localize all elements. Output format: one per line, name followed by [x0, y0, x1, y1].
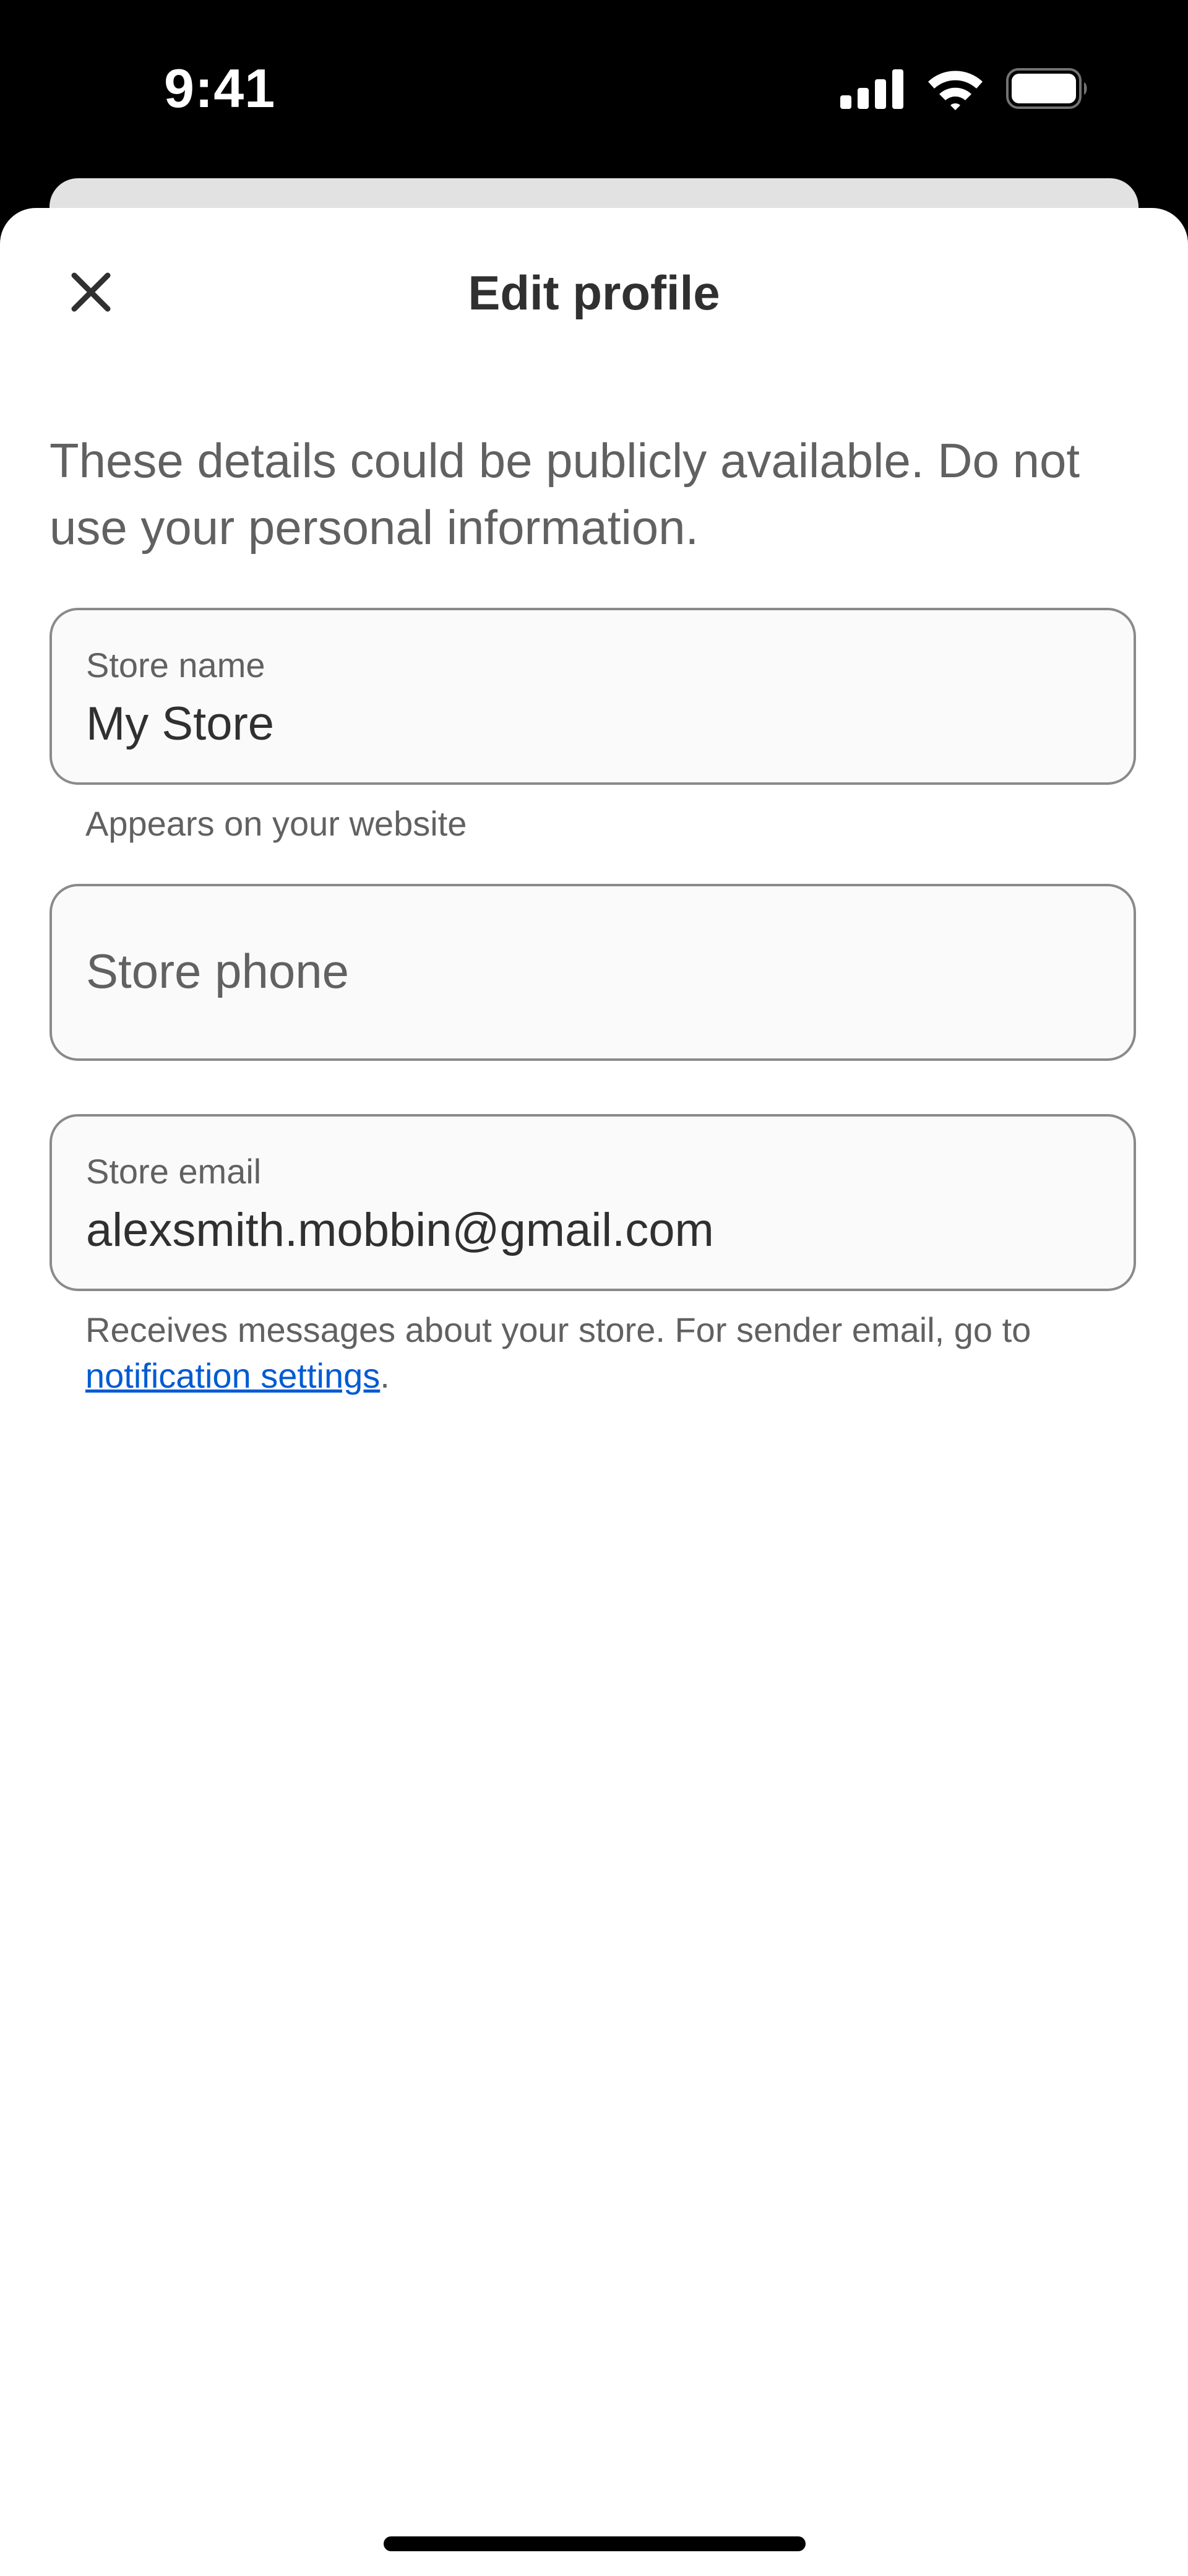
battery-icon — [1006, 68, 1089, 112]
store-phone-input[interactable] — [86, 943, 1088, 1000]
wifi-icon — [926, 67, 985, 113]
store-email-help: Receives messages about your store. For … — [85, 1307, 1137, 1399]
store-phone-field[interactable] — [50, 884, 1136, 1061]
store-email-help-text: Receives messages about your store. For … — [85, 1310, 1031, 1349]
status-time: 9:41 — [164, 58, 276, 119]
page-title: Edit profile — [468, 266, 720, 320]
home-indicator[interactable] — [384, 2536, 806, 2551]
store-email-field[interactable]: Store email — [50, 1114, 1136, 1291]
cellular-signal-icon — [840, 68, 905, 112]
privacy-notice: These details could be publicly availabl… — [50, 433, 1080, 555]
status-icons — [840, 67, 1089, 113]
store-email-label: Store email — [86, 1152, 262, 1191]
store-name-input[interactable] — [86, 697, 1088, 751]
notification-settings-link[interactable]: notification settings — [85, 1356, 380, 1395]
store-name-field[interactable]: Store name — [50, 608, 1136, 785]
store-name-help: Appears on your website — [85, 804, 467, 843]
status-bar: 9:41 — [0, 0, 1188, 179]
store-email-help-suffix: . — [380, 1356, 390, 1395]
store-email-input[interactable] — [86, 1203, 1088, 1257]
store-name-label: Store name — [86, 646, 265, 685]
